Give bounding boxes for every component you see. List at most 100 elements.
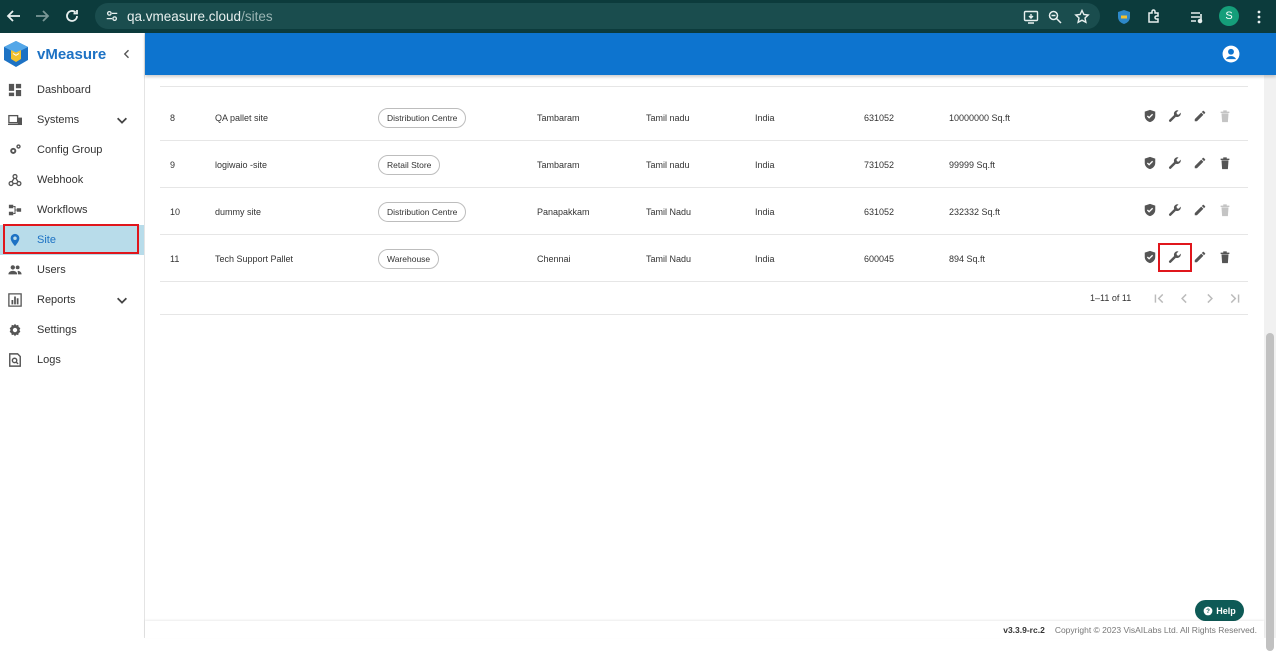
sidebar-item-reports[interactable]: Reports: [0, 285, 144, 315]
area: 232332 Sq.ft: [949, 206, 1001, 217]
webhook-icon: [8, 173, 22, 187]
users-icon: [8, 263, 22, 277]
scrollbar-thumb[interactable]: [1266, 333, 1274, 651]
country: India: [755, 206, 775, 217]
wrench-icon[interactable]: [1167, 108, 1183, 124]
sidebar-item-logs[interactable]: Logs: [0, 345, 144, 375]
table-row: 8 QA pallet site Distribution Centre Tam…: [160, 94, 1248, 141]
sidebar-item-label: Systems: [37, 114, 80, 126]
sidebar-item-label: Settings: [37, 324, 77, 336]
city: Chennai: [537, 253, 571, 264]
site-settings-icon[interactable]: [99, 3, 125, 29]
sidebar-item-users[interactable]: Users: [0, 255, 144, 285]
browser-toolbar: qa.vmeasure.cloud/sites S: [0, 0, 1276, 33]
account-circle-icon[interactable]: [1222, 45, 1240, 63]
sidebar-item-workflows[interactable]: Workflows: [0, 195, 144, 225]
country: India: [755, 159, 775, 170]
reports-icon: [8, 293, 22, 307]
wrench-icon[interactable]: [1167, 155, 1183, 171]
sidebar-item-dashboard[interactable]: Dashboard: [0, 75, 144, 105]
first-page-icon[interactable]: [1152, 291, 1166, 305]
settings-icon: [8, 323, 22, 337]
previous-page-icon[interactable]: [1177, 291, 1191, 305]
sidebar-item-systems[interactable]: Systems: [0, 105, 144, 135]
site-name: QA pallet site: [215, 112, 269, 123]
zoom-icon[interactable]: [1041, 3, 1068, 31]
site-name: logiwaio -site: [215, 159, 268, 170]
table-pagination: 1–11 of 11: [160, 282, 1248, 315]
edit-pencil-icon[interactable]: [1192, 249, 1208, 265]
verify-shield-icon[interactable]: [1142, 249, 1158, 265]
forward-icon[interactable]: [28, 2, 56, 30]
delete-trash-icon[interactable]: [1217, 202, 1233, 218]
help-label: Help: [1216, 605, 1236, 616]
wrench-icon[interactable]: [1167, 202, 1183, 218]
pincode: 631052: [864, 206, 895, 217]
state: Tamil Nadu: [646, 253, 692, 264]
delete-trash-icon[interactable]: [1217, 249, 1233, 265]
page-scrollbar[interactable]: [1264, 33, 1276, 651]
extension-shield-icon[interactable]: [1110, 3, 1137, 31]
sidebar-item-webhook[interactable]: Webhook: [0, 165, 144, 195]
sidebar-item-config-group[interactable]: Config Group: [0, 135, 144, 165]
extensions-puzzle-icon[interactable]: [1140, 3, 1167, 31]
sidebar-item-label: Reports: [37, 294, 76, 306]
edit-pencil-icon[interactable]: [1192, 108, 1208, 124]
kebab-menu-icon[interactable]: [1245, 3, 1272, 31]
country: India: [755, 112, 775, 123]
chevron-down-icon[interactable]: [115, 113, 129, 127]
profile-avatar[interactable]: S: [1219, 6, 1239, 26]
address-bar[interactable]: qa.vmeasure.cloud/sites: [95, 3, 1100, 29]
profile-initial: S: [1219, 6, 1239, 26]
city: Tambaram: [537, 112, 580, 123]
svg-text:?: ?: [1206, 608, 1210, 615]
collapse-sidebar-icon[interactable]: [118, 45, 136, 63]
city: Panapakkam: [537, 206, 590, 217]
verify-shield-icon[interactable]: [1142, 108, 1158, 124]
delete-trash-icon[interactable]: [1217, 108, 1233, 124]
pincode: 731052: [864, 159, 895, 170]
dashboard-icon: [8, 83, 22, 97]
devices-icon: [8, 113, 22, 127]
next-page-icon[interactable]: [1202, 291, 1216, 305]
site-highlight-box: [3, 224, 139, 254]
workflow-icon: [8, 203, 22, 217]
last-page-icon[interactable]: [1227, 291, 1241, 305]
app-header: [145, 33, 1276, 75]
state: Tamil nadu: [646, 112, 690, 123]
back-icon[interactable]: [0, 2, 28, 30]
delete-trash-icon[interactable]: [1217, 155, 1233, 171]
row-number: 11: [170, 253, 180, 264]
help-circle-icon: ?: [1203, 606, 1213, 615]
reload-icon[interactable]: [58, 2, 86, 30]
site-type-chip: Distribution Centre: [378, 107, 467, 128]
chevron-down-icon[interactable]: [115, 293, 129, 307]
bookmark-star-icon[interactable]: [1068, 3, 1095, 31]
media-queue-icon[interactable]: [1183, 3, 1210, 31]
brand[interactable]: vMeasure: [0, 33, 144, 75]
edit-pencil-icon[interactable]: [1192, 155, 1208, 171]
help-button[interactable]: ? Help: [1195, 600, 1244, 621]
sidebar: vMeasure Dashboard Systems Config Group …: [0, 33, 145, 638]
site-name: dummy site: [215, 206, 262, 217]
table-row: 9 logiwaio -site Retail Store Tambaram T…: [160, 141, 1248, 188]
row-number: 9: [170, 159, 176, 170]
app-version: v3.3.9-rc.2: [1003, 624, 1045, 635]
area: 10000000 Sq.ft: [949, 112, 1011, 123]
pagination-range: 1–11 of 11: [1090, 293, 1132, 303]
sidebar-item-settings[interactable]: Settings: [0, 315, 144, 345]
site-type-chip: Warehouse: [378, 248, 440, 269]
sidebar-item-label: Webhook: [37, 174, 84, 186]
install-app-icon[interactable]: [1017, 3, 1044, 31]
brand-name: vMeasure: [37, 45, 107, 63]
verify-shield-icon[interactable]: [1142, 155, 1158, 171]
row-number: 10: [170, 206, 181, 217]
table-row: 10 dummy site Distribution Centre Panapa…: [160, 188, 1248, 235]
verify-shield-icon[interactable]: [1142, 202, 1158, 218]
sidebar-item-label: Config Group: [37, 144, 103, 156]
country: India: [755, 253, 775, 264]
state: Tamil nadu: [646, 159, 690, 170]
edit-pencil-icon[interactable]: [1192, 202, 1208, 218]
area: 99999 Sq.ft: [949, 159, 996, 170]
gear-group-icon: [8, 143, 22, 157]
